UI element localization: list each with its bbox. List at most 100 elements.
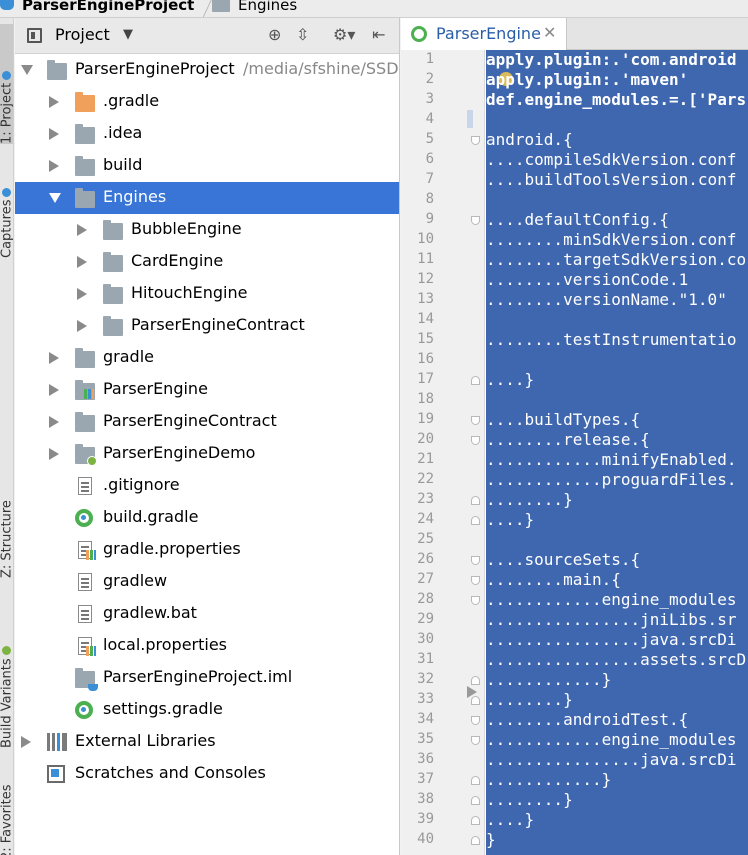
chevron-down-icon[interactable]: ▼ xyxy=(123,27,133,42)
tree-item[interactable]: HitouchEngine xyxy=(15,278,399,310)
code-area[interactable]: apply.plugin:.'com.android apply.plugin:.… xyxy=(486,50,748,855)
tree-item[interactable]: .gradle xyxy=(15,86,399,118)
line-number: 40 xyxy=(417,831,434,847)
fold-marker-icon[interactable] xyxy=(471,576,480,585)
crosshair-icon[interactable]: ⊕ xyxy=(268,25,281,44)
tree-item[interactable]: .gitignore xyxy=(15,470,399,502)
code-line: ....} xyxy=(486,510,535,529)
chevron-right-icon[interactable] xyxy=(49,96,59,108)
line-number: 31 xyxy=(417,651,434,667)
tab-parserengine[interactable]: ParserEngine ✕ xyxy=(401,18,567,50)
fold-marker-icon[interactable] xyxy=(471,676,480,685)
tree-item[interactable]: ParserEngineContract xyxy=(15,406,399,438)
tab-favorites-tool[interactable]: 2: Favorites xyxy=(0,770,13,855)
fold-marker-icon[interactable] xyxy=(471,736,480,745)
close-icon[interactable]: ✕ xyxy=(543,23,556,42)
tree-item-label: gradle.properties xyxy=(103,539,241,558)
tree-item[interactable]: ParserEngineDemo xyxy=(15,438,399,470)
fold-marker-icon[interactable] xyxy=(471,816,480,825)
tree-item[interactable]: local.properties xyxy=(15,630,399,662)
chevron-right-icon[interactable] xyxy=(77,224,87,236)
tab-structure-tool[interactable]: Z: Structure xyxy=(0,458,13,578)
breadcrumb-project[interactable]: ParserEngineProject xyxy=(0,0,194,17)
chevron-down-icon[interactable] xyxy=(49,193,61,203)
line-number: 4 xyxy=(425,111,434,127)
tree-item-label: gradlew.bat xyxy=(103,603,197,622)
chevron-right-icon[interactable] xyxy=(49,416,59,428)
tree-item-label: ParserEngineProject.iml xyxy=(103,667,293,686)
tree-item[interactable]: ParserEngineContract xyxy=(15,310,399,342)
libraries-icon xyxy=(47,733,67,751)
chevron-right-icon[interactable] xyxy=(49,448,59,460)
project-icon xyxy=(0,0,14,10)
hide-icon[interactable]: ⇤ xyxy=(372,25,385,44)
fold-marker-icon[interactable] xyxy=(471,596,480,605)
code-line: ....} xyxy=(486,370,535,389)
tab-project-tool[interactable]: 1: Project xyxy=(0,24,13,144)
fold-marker-icon[interactable] xyxy=(471,696,480,705)
chevron-right-icon[interactable] xyxy=(49,352,59,364)
tab-label: ParserEngine xyxy=(436,24,541,43)
fold-marker-icon[interactable] xyxy=(471,796,480,805)
chevron-down-icon[interactable] xyxy=(21,65,33,75)
breadcrumb-engines[interactable]: Engines xyxy=(212,0,297,17)
folder-icon xyxy=(75,124,95,144)
chevron-right-icon[interactable] xyxy=(21,736,31,748)
fold-marker-icon[interactable] xyxy=(471,416,480,425)
tree-item[interactable]: gradle xyxy=(15,342,399,374)
tree-item[interactable]: ParserEngine xyxy=(15,374,399,406)
fold-marker-icon[interactable] xyxy=(471,556,480,565)
fold-marker-icon[interactable] xyxy=(471,516,480,525)
tab-build-variants-tool-label: Build Variants xyxy=(0,658,14,748)
fold-marker-icon[interactable] xyxy=(471,436,480,445)
left-tool-strip: 1: Project Captures Z: Structure Build V… xyxy=(0,18,14,855)
tree-item[interactable]: ParserEngineProject/media/sfshine/SSDW xyxy=(15,54,400,86)
text-file-icon xyxy=(78,477,92,495)
fold-marker-icon[interactable] xyxy=(471,836,480,845)
line-number: 39 xyxy=(417,811,434,827)
tree-item-label: local.properties xyxy=(103,635,228,654)
fold-marker-icon[interactable] xyxy=(471,216,480,225)
tree-item[interactable]: gradlew.bat xyxy=(15,598,399,630)
tree-item[interactable]: ParserEngineProject.iml xyxy=(15,662,399,694)
fold-marker-icon[interactable] xyxy=(471,136,480,145)
fold-marker-icon[interactable] xyxy=(471,376,480,385)
tree-item[interactable]: gradlew xyxy=(15,566,399,598)
folder-icon xyxy=(103,316,123,336)
collapse-icon[interactable]: ⇳ xyxy=(296,25,309,44)
tab-build-variants-tool[interactable]: Build Variants xyxy=(0,608,14,748)
tree-item[interactable]: build.gradle xyxy=(15,502,399,534)
tree-item[interactable]: gradle.properties xyxy=(15,534,399,566)
line-number: 15 xyxy=(417,331,434,347)
tree-item[interactable]: CardEngine xyxy=(15,246,399,278)
properties-file-icon xyxy=(78,637,96,656)
chevron-right-icon[interactable] xyxy=(49,128,59,140)
chevron-right-icon[interactable] xyxy=(77,320,87,332)
code-line: ........main.{ xyxy=(486,570,621,589)
gear-icon[interactable]: ⚙▾ xyxy=(333,25,355,44)
tree-item-label: build.gradle xyxy=(103,507,199,526)
fold-marker-icon[interactable] xyxy=(471,496,480,505)
chevron-right-icon[interactable] xyxy=(77,288,87,300)
fold-marker-icon[interactable] xyxy=(471,716,480,725)
tree-item[interactable]: .idea xyxy=(15,118,399,150)
tree-item[interactable]: External Libraries xyxy=(15,726,399,758)
tree-item[interactable]: Engines xyxy=(15,182,399,214)
line-number: 36 xyxy=(417,751,434,767)
tree-item-label: ParserEngineDemo xyxy=(103,443,256,462)
fold-marker-icon[interactable] xyxy=(471,776,480,785)
project-view-selector[interactable]: Project xyxy=(55,25,110,44)
code-line: ....sourceSets.{ xyxy=(486,550,641,569)
tree-item-label: ParserEngineContract xyxy=(131,315,305,334)
chevron-right-icon[interactable] xyxy=(49,160,59,172)
tree-item-path: /media/sfshine/SSDW xyxy=(243,59,400,78)
code-line: ........versionName."1.0" xyxy=(486,290,727,309)
tab-captures-tool[interactable]: Captures xyxy=(0,168,13,258)
tree-item[interactable]: build xyxy=(15,150,399,182)
code-line: ........targetSdkVersion.co xyxy=(486,250,747,269)
tree-item[interactable]: BubbleEngine xyxy=(15,214,399,246)
chevron-right-icon[interactable] xyxy=(77,256,87,268)
chevron-right-icon[interactable] xyxy=(49,384,59,396)
tree-item[interactable]: Scratches and Consoles xyxy=(15,758,399,790)
tree-item[interactable]: settings.gradle xyxy=(15,694,399,726)
